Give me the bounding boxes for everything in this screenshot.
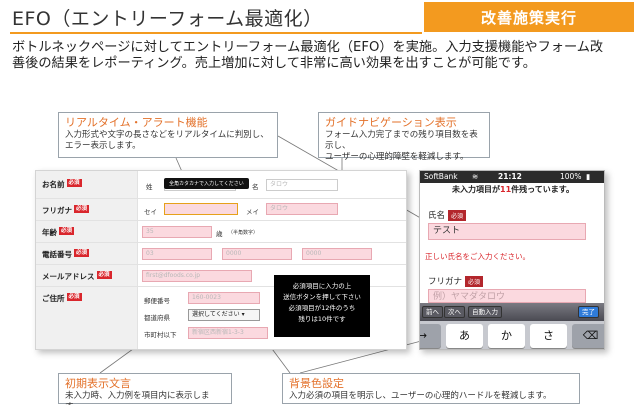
intro-text: ボトルネックページに対してエントリーフォーム最適化（EFO）を実施。入力支援機能…: [12, 40, 604, 71]
kana-label: フリガナ 必須: [428, 275, 484, 287]
sei-label: 姓: [146, 183, 153, 191]
status-bar: SoftBank ≋ 21:12 100% ▮: [420, 171, 604, 183]
mei-kana-label: メイ: [246, 208, 259, 216]
form-label: 電話番号 必須: [36, 243, 138, 264]
required-tag: 必須: [66, 293, 82, 301]
required-tag: 必須: [96, 271, 112, 279]
name-input[interactable]: テスト: [428, 223, 586, 240]
zip-label: 郵便番号: [144, 297, 170, 305]
age-input[interactable]: 35: [142, 226, 212, 238]
autofill-button[interactable]: 自動入力: [468, 306, 502, 318]
callout-desc: ユーザーの心理的障壁を軽減します。: [325, 152, 469, 162]
input-tooltip: 全角カタカナで入力してください: [164, 178, 249, 189]
kana-input[interactable]: 例）ヤマダタロウ: [428, 289, 586, 303]
mei-kana-input[interactable]: タロウ: [266, 203, 338, 215]
required-tag: 必須: [59, 227, 75, 235]
pref-select[interactable]: 選択してください ▾: [188, 309, 260, 321]
callout-title: 背景色設定: [289, 377, 344, 390]
carrier-label: SoftBank: [424, 172, 458, 181]
entry-form-screenshot: お名前 必須 姓 名 タロウ 全角カタカナで入力してください フリガナ 必須 セイ …: [35, 170, 407, 350]
next-button[interactable]: 次へ: [444, 306, 465, 318]
smartphone-form-screenshot: SoftBank ≋ 21:12 100% ▮ 未入力項目が11件残っています。…: [419, 170, 605, 350]
age-unit: 歳: [216, 230, 223, 238]
city-input[interactable]: 新宿区西新宿1-3-3: [188, 327, 268, 339]
zip-input[interactable]: 160-0023: [188, 292, 260, 304]
required-tag: 必須: [448, 210, 467, 221]
page-title: EFO（エントリーフォーム最適化）: [12, 8, 323, 30]
battery-icon: ▮: [586, 172, 591, 181]
callout-desc: 入力必須の項目を明示し、ユーザーの心理的ハードルを軽減します。: [289, 391, 552, 401]
keyboard: → あ か さ ⌫: [420, 321, 604, 349]
required-tag: 必須: [465, 276, 484, 287]
key-arrow[interactable]: →: [420, 324, 441, 348]
callout-desc: 入力形式や文字の長さなどをリアルタイムに判別し、: [65, 130, 269, 140]
form-row-age: 年齢 必須 35 歳 （半角数字）: [36, 221, 406, 243]
callout-initial-text: 初期表示文言 未入力時、入力例を項目内に表示します。: [58, 373, 232, 405]
callout-background-color: 背景色設定 入力必須の項目を明示し、ユーザーの心理的ハードルを軽減します。: [282, 373, 580, 404]
prev-button[interactable]: 前へ: [422, 306, 443, 318]
required-tag: 必須: [66, 179, 82, 187]
callout-desc: 未入力時、入力例を項目内に表示します。: [65, 391, 210, 405]
form-label: 年齢 必須: [36, 221, 138, 242]
age-note: （半角数字）: [228, 230, 259, 236]
email-input[interactable]: first@dfoods.co.jp: [142, 270, 252, 282]
callout-desc: エラー表示します。: [65, 141, 141, 151]
done-button[interactable]: 完了: [578, 306, 599, 318]
name-error-message: 正しい氏名をご入力ください。: [425, 252, 530, 261]
battery-percent: 100%: [560, 172, 582, 181]
tel-input-2[interactable]: 0000: [222, 248, 292, 260]
clock: 21:12: [498, 172, 522, 181]
tel-input-3[interactable]: 0000: [302, 248, 372, 260]
mei-label: 名: [252, 183, 259, 191]
required-tag: 必須: [74, 205, 90, 213]
callout-title: ガイドナビゲーション表示: [325, 116, 457, 129]
title-underline: [10, 32, 422, 34]
form-row-name: お名前 必須 姓 名 タロウ 全角カタカナで入力してください: [36, 171, 406, 199]
form-row-tel: 電話番号 必須 03 0000 0000: [36, 243, 406, 265]
section-badge: 改善施策実行: [424, 2, 634, 32]
remaining-items-overlay: 必須項目に入力の上 送信ボタンを押して下さい 必須項目が12件のうち 残りは10…: [274, 275, 370, 337]
callout-guide-navigation: ガイドナビゲーション表示 フォーム入力完了までの残り項目数を表示し、 ユーザーの…: [318, 112, 490, 162]
form-row-kana: フリガナ 必須 セイ メイ タロウ: [36, 199, 406, 221]
backspace-icon[interactable]: ⌫: [572, 324, 604, 348]
city-label: 市町村以下: [144, 331, 177, 339]
key-a[interactable]: あ: [446, 324, 483, 348]
sei-kana-label: セイ: [144, 208, 157, 216]
callout-title: リアルタイム・アラート機能: [65, 116, 208, 129]
key-sa[interactable]: さ: [530, 324, 567, 348]
key-ka[interactable]: か: [488, 324, 525, 348]
callout-desc: フォーム入力完了までの残り項目数を表示し、: [325, 130, 478, 151]
sei-kana-input[interactable]: [164, 203, 238, 215]
tel-input-1[interactable]: 03: [142, 248, 212, 260]
callout-title: 初期表示文言: [65, 377, 131, 390]
form-label: フリガナ 必須: [36, 199, 138, 220]
chevron-down-icon: ▾: [241, 311, 245, 318]
form-label: メールアドレス 必須: [36, 265, 138, 286]
name-label: 氏名 必須: [428, 209, 467, 221]
form-label: ご住所 必須: [36, 287, 138, 349]
form-label: お名前 必須: [36, 171, 138, 198]
remaining-items-notice: 未入力項目が11件残っています。: [452, 185, 574, 194]
callout-realtime-alert: リアルタイム・アラート機能 入力形式や文字の長さなどをリアルタイムに判別し、 エ…: [58, 112, 278, 158]
wifi-icon: ≋: [472, 172, 479, 181]
mei-input[interactable]: タロウ: [266, 179, 338, 191]
keyboard-toolbar: 前へ 次へ 自動入力 完了: [420, 303, 604, 321]
required-tag: 必須: [74, 249, 90, 257]
pref-label: 都道府県: [144, 314, 170, 322]
